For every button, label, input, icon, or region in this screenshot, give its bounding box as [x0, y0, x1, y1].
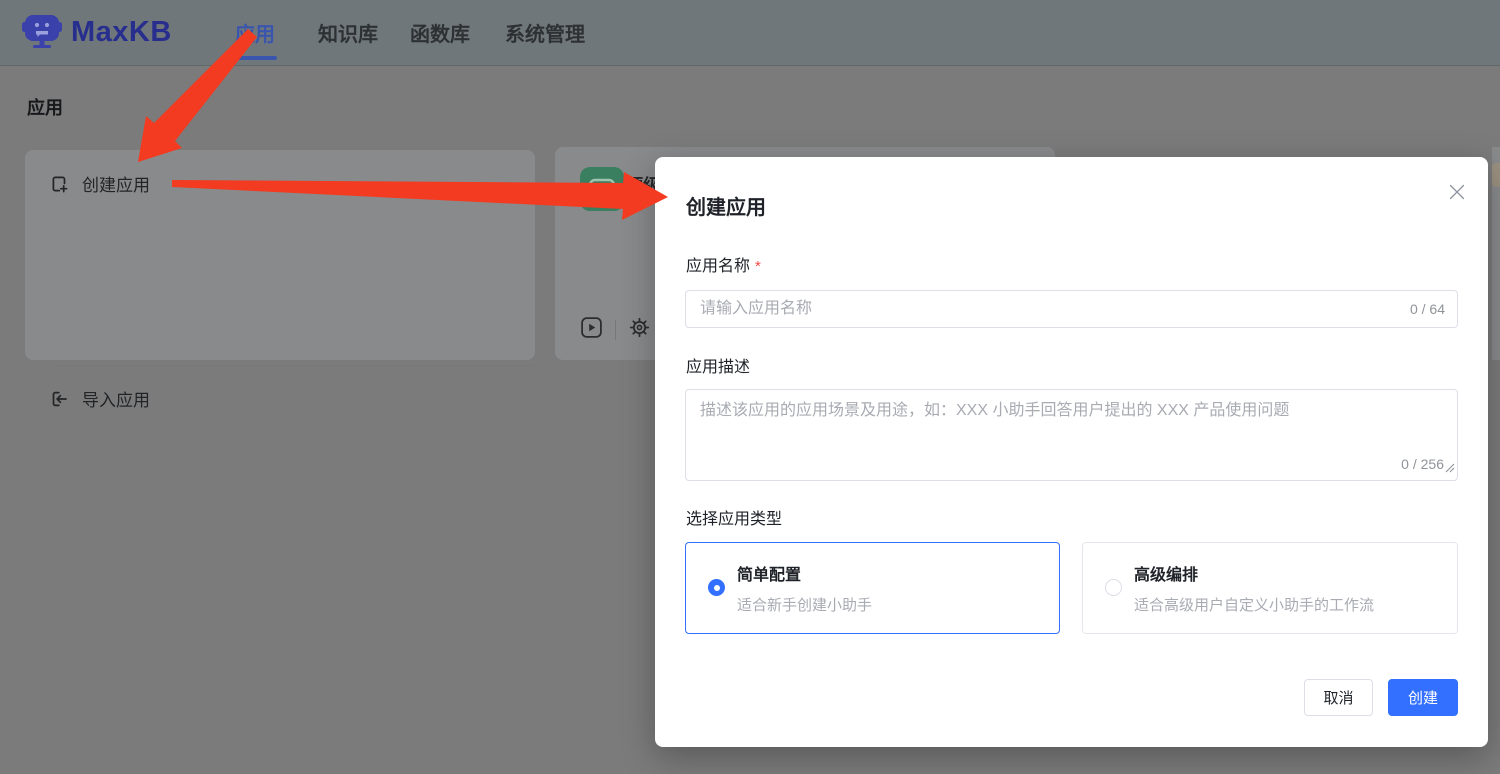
description-char-counter: 0 / 256 [1401, 456, 1444, 472]
type-option-title: 高级编排 [1134, 567, 1199, 584]
clipped-right-card-icon [1492, 163, 1500, 187]
create-app-modal: 创建应用 应用名称* 0 / 64 应用描述 0 / 256 选择应用类型 简单… [655, 157, 1488, 747]
app-card-actions [580, 316, 651, 344]
create-app-label: 创建应用 [82, 176, 150, 195]
cancel-button[interactable]: 取消 [1304, 679, 1373, 716]
file-plus-icon [49, 174, 69, 194]
demo-play-icon[interactable] [580, 316, 603, 344]
close-icon[interactable] [1448, 183, 1466, 201]
app-description-textarea[interactable] [685, 389, 1458, 481]
settings-gear-icon[interactable] [628, 316, 651, 344]
radio-unselected-icon[interactable] [1105, 579, 1122, 596]
name-char-counter: 0 / 64 [1409, 301, 1445, 317]
logo-text: MaxKB [71, 16, 172, 48]
app-actions-card: 创建应用 导入应用 [25, 150, 535, 410]
type-option-advanced[interactable]: 高级编排 适合高级用户自定义小助手的工作流 [1082, 542, 1458, 634]
create-button[interactable]: 创建 [1388, 679, 1458, 716]
nav-item-system-management[interactable]: 系统管理 [505, 0, 585, 64]
radio-selected-icon[interactable] [708, 579, 725, 596]
divider [615, 320, 616, 340]
nav-item-knowledge-base[interactable]: 知识库 [318, 0, 378, 64]
type-option-simple[interactable]: 简单配置 适合新手创建小助手 [685, 542, 1060, 634]
app-type-label: 选择应用类型 [686, 511, 783, 528]
required-asterisk: * [755, 258, 761, 275]
top-navbar: MaxKB 应用 知识库 函数库 系统管理 [0, 0, 1500, 66]
create-app-button[interactable]: 创建应用 [25, 151, 535, 216]
modal-title: 创建应用 [686, 197, 766, 219]
app-name-field-wrap: 0 / 64 [685, 290, 1458, 328]
resize-handle-icon[interactable] [1445, 460, 1455, 478]
maxkb-app-window: MaxKB 应用 知识库 函数库 系统管理 应用 创建应用 导入应用 顶级 创建… [0, 0, 1500, 774]
app-name-label: 应用名称 * [686, 258, 761, 275]
nav-item-function-library[interactable]: 函数库 [410, 0, 470, 64]
active-tab-underline [233, 56, 277, 60]
page-title: 应用 [27, 98, 63, 118]
app-description-label: 应用描述 [686, 359, 751, 376]
type-option-title: 简单配置 [737, 567, 802, 584]
green-app-icon [580, 167, 624, 211]
import-icon [49, 389, 69, 409]
import-app-button[interactable]: 导入应用 [25, 366, 535, 431]
app-description-field-wrap: 0 / 256 [685, 389, 1458, 481]
nav-item-apps[interactable]: 应用 [235, 0, 275, 64]
maxkb-logo[interactable]: MaxKB [22, 12, 172, 52]
type-option-description: 适合新手创建小助手 [737, 597, 873, 614]
robot-logo-icon [22, 10, 62, 55]
import-app-label: 导入应用 [82, 391, 150, 410]
type-option-description: 适合高级用户自定义小助手的工作流 [1134, 597, 1375, 614]
app-name-input[interactable] [685, 290, 1458, 328]
